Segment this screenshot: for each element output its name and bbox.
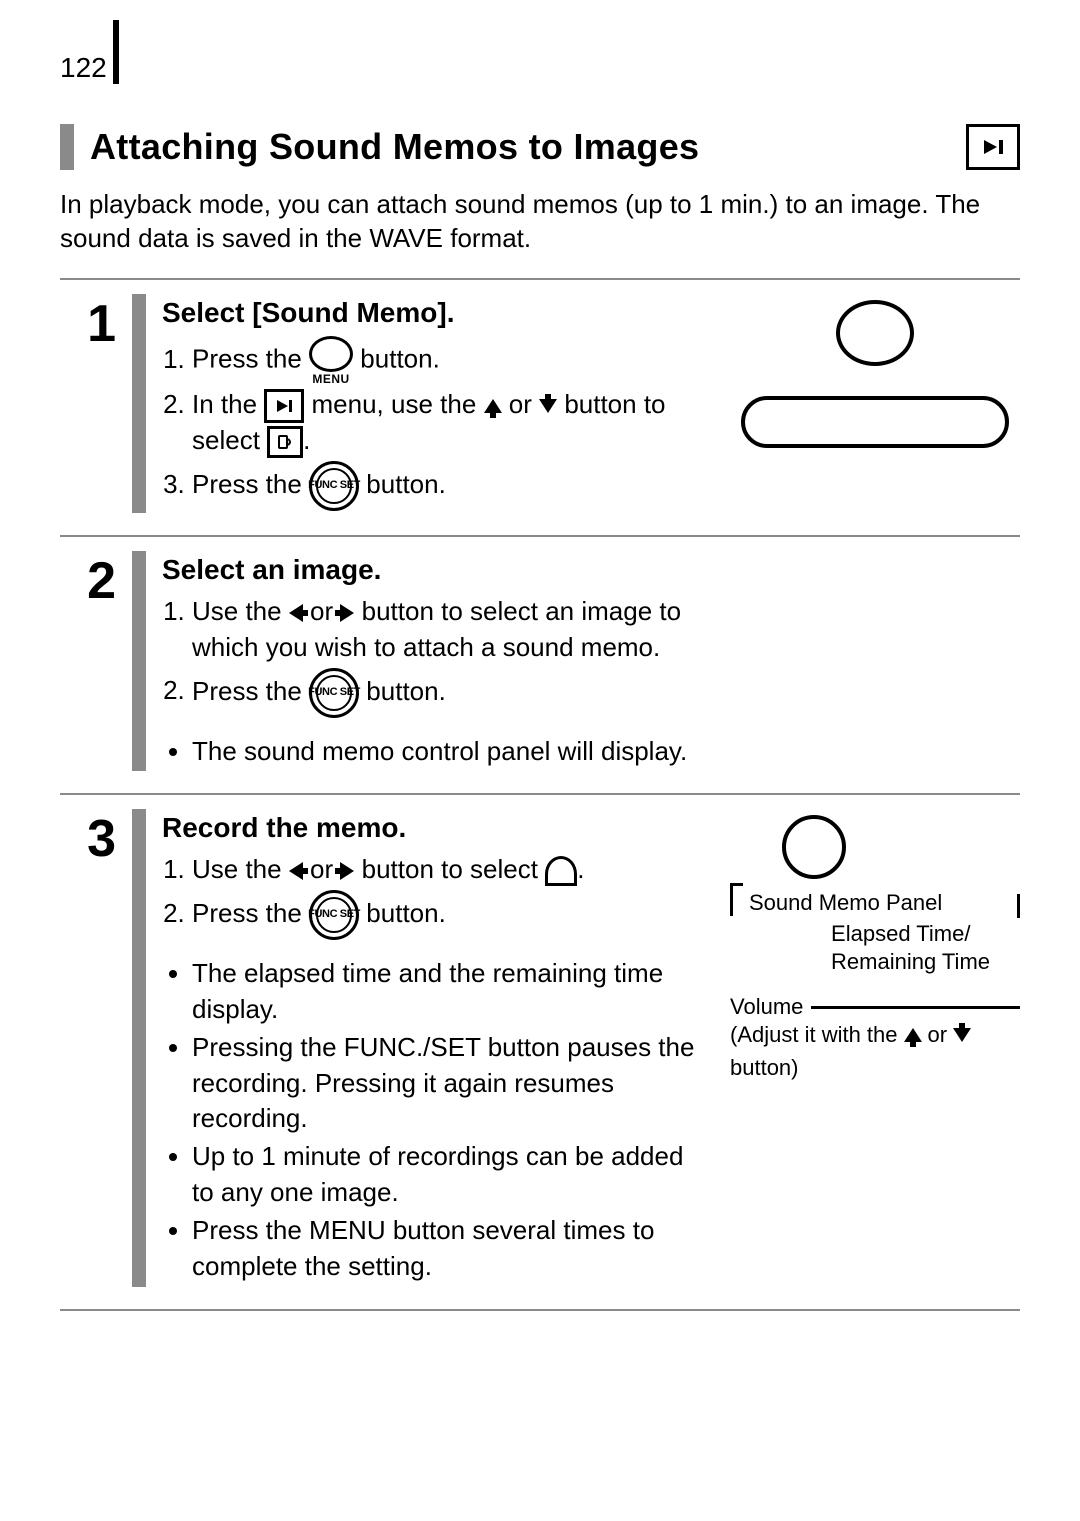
left-arrow-icon <box>289 862 303 880</box>
title-row: Attaching Sound Memos to Images <box>60 124 1020 170</box>
step-heading: Record the memo. <box>162 809 710 848</box>
substep: In the menu, use the or button to select… <box>192 387 710 459</box>
right-arrow-icon <box>340 862 354 880</box>
step-1: 1 Select [Sound Memo]. Press the MENU bu… <box>60 280 1020 538</box>
step-number: 2 <box>60 551 116 771</box>
screen-placeholder-pill <box>741 396 1009 448</box>
bullet: Up to 1 minute of recordings can be adde… <box>192 1139 710 1211</box>
up-arrow-icon <box>484 399 502 413</box>
step-number: 3 <box>60 809 116 1286</box>
title-accent-bar <box>60 124 74 170</box>
substep: Press the FUNC SET button. <box>192 461 710 511</box>
up-arrow-icon <box>904 1028 922 1042</box>
step-2: 2 Select an image. Use the or button to … <box>60 537 1020 795</box>
step-accent-bar <box>132 551 146 771</box>
page-number: 122 <box>60 52 107 84</box>
step-bullets: The sound memo control panel will displa… <box>162 734 710 770</box>
substep: Press the FUNC SET button. <box>192 890 710 940</box>
func-set-button-icon: FUNC SET <box>309 668 359 718</box>
step-accent-bar <box>132 294 146 514</box>
callout-line <box>1017 894 1020 918</box>
step-side-graphics <box>730 551 1020 771</box>
down-arrow-icon <box>539 399 557 413</box>
step-number: 1 <box>60 294 116 514</box>
step-accent-bar <box>132 809 146 1286</box>
right-arrow-icon <box>340 604 354 622</box>
left-arrow-icon <box>289 604 303 622</box>
step-heading: Select an image. <box>162 551 710 590</box>
intro-text: In playback mode, you can attach sound m… <box>60 188 1020 256</box>
substep: Use the or button to select an image to … <box>192 594 710 666</box>
step-text: Record the memo. Use the or button to se… <box>162 809 710 1286</box>
substep: Use the or button to select . <box>192 852 710 888</box>
page-number-bar <box>113 20 119 84</box>
substeps: Press the MENU button. In the menu, use … <box>162 336 710 511</box>
func-set-button-icon: FUNC SET <box>309 890 359 940</box>
playback-mode-icon <box>966 124 1020 170</box>
step-bullets: The elapsed time and the remaining time … <box>162 956 710 1285</box>
substep: Press the FUNC SET button. <box>192 668 710 718</box>
func-set-button-icon: FUNC SET <box>309 461 359 511</box>
sound-memo-panel-diagram: Sound Memo Panel Elapsed Time/ Remaining… <box>730 815 1020 1082</box>
steps-list: 1 Select [Sound Memo]. Press the MENU bu… <box>60 278 1020 1311</box>
screen-placeholder-circle <box>836 300 914 366</box>
page-number-block: 122 <box>60 20 1020 84</box>
step-heading: Select [Sound Memo]. <box>162 294 710 333</box>
panel-label: Sound Memo Panel <box>749 889 942 917</box>
elapsed-time-label: Elapsed Time/ Remaining Time <box>831 920 990 975</box>
step-side-graphics <box>730 294 1020 514</box>
bullet: The elapsed time and the remaining time … <box>192 956 710 1028</box>
bullet: Pressing the FUNC./SET button pauses the… <box>192 1030 710 1138</box>
sound-memo-icon <box>267 426 303 458</box>
step-3: 3 Record the memo. Use the or button to … <box>60 795 1020 1310</box>
bracket-icon <box>730 883 743 916</box>
playback-menu-icon <box>264 389 304 423</box>
substeps: Use the or button to select . Press the … <box>162 852 710 940</box>
manual-page: 122 Attaching Sound Memos to Images In p… <box>0 0 1080 1371</box>
bullet: Press the MENU button several times to c… <box>192 1213 710 1285</box>
step-text: Select [Sound Memo]. Press the MENU butt… <box>162 294 710 514</box>
substep: Press the MENU button. <box>192 336 710 385</box>
callout-line <box>811 1006 1020 1009</box>
down-arrow-icon <box>953 1028 971 1042</box>
menu-button-icon: MENU <box>309 336 353 385</box>
step-side-diagram: Sound Memo Panel Elapsed Time/ Remaining… <box>730 809 1020 1286</box>
volume-adjust-note: (Adjust it with the or button) <box>730 1021 1020 1082</box>
volume-label: Volume <box>730 993 803 1021</box>
substeps: Use the or button to select an image to … <box>162 594 710 718</box>
page-title: Attaching Sound Memos to Images <box>90 126 950 168</box>
panel-circle-icon <box>782 815 846 879</box>
bullet: The sound memo control panel will displa… <box>192 734 710 770</box>
record-icon <box>545 856 577 886</box>
step-text: Select an image. Use the or button to se… <box>162 551 710 771</box>
